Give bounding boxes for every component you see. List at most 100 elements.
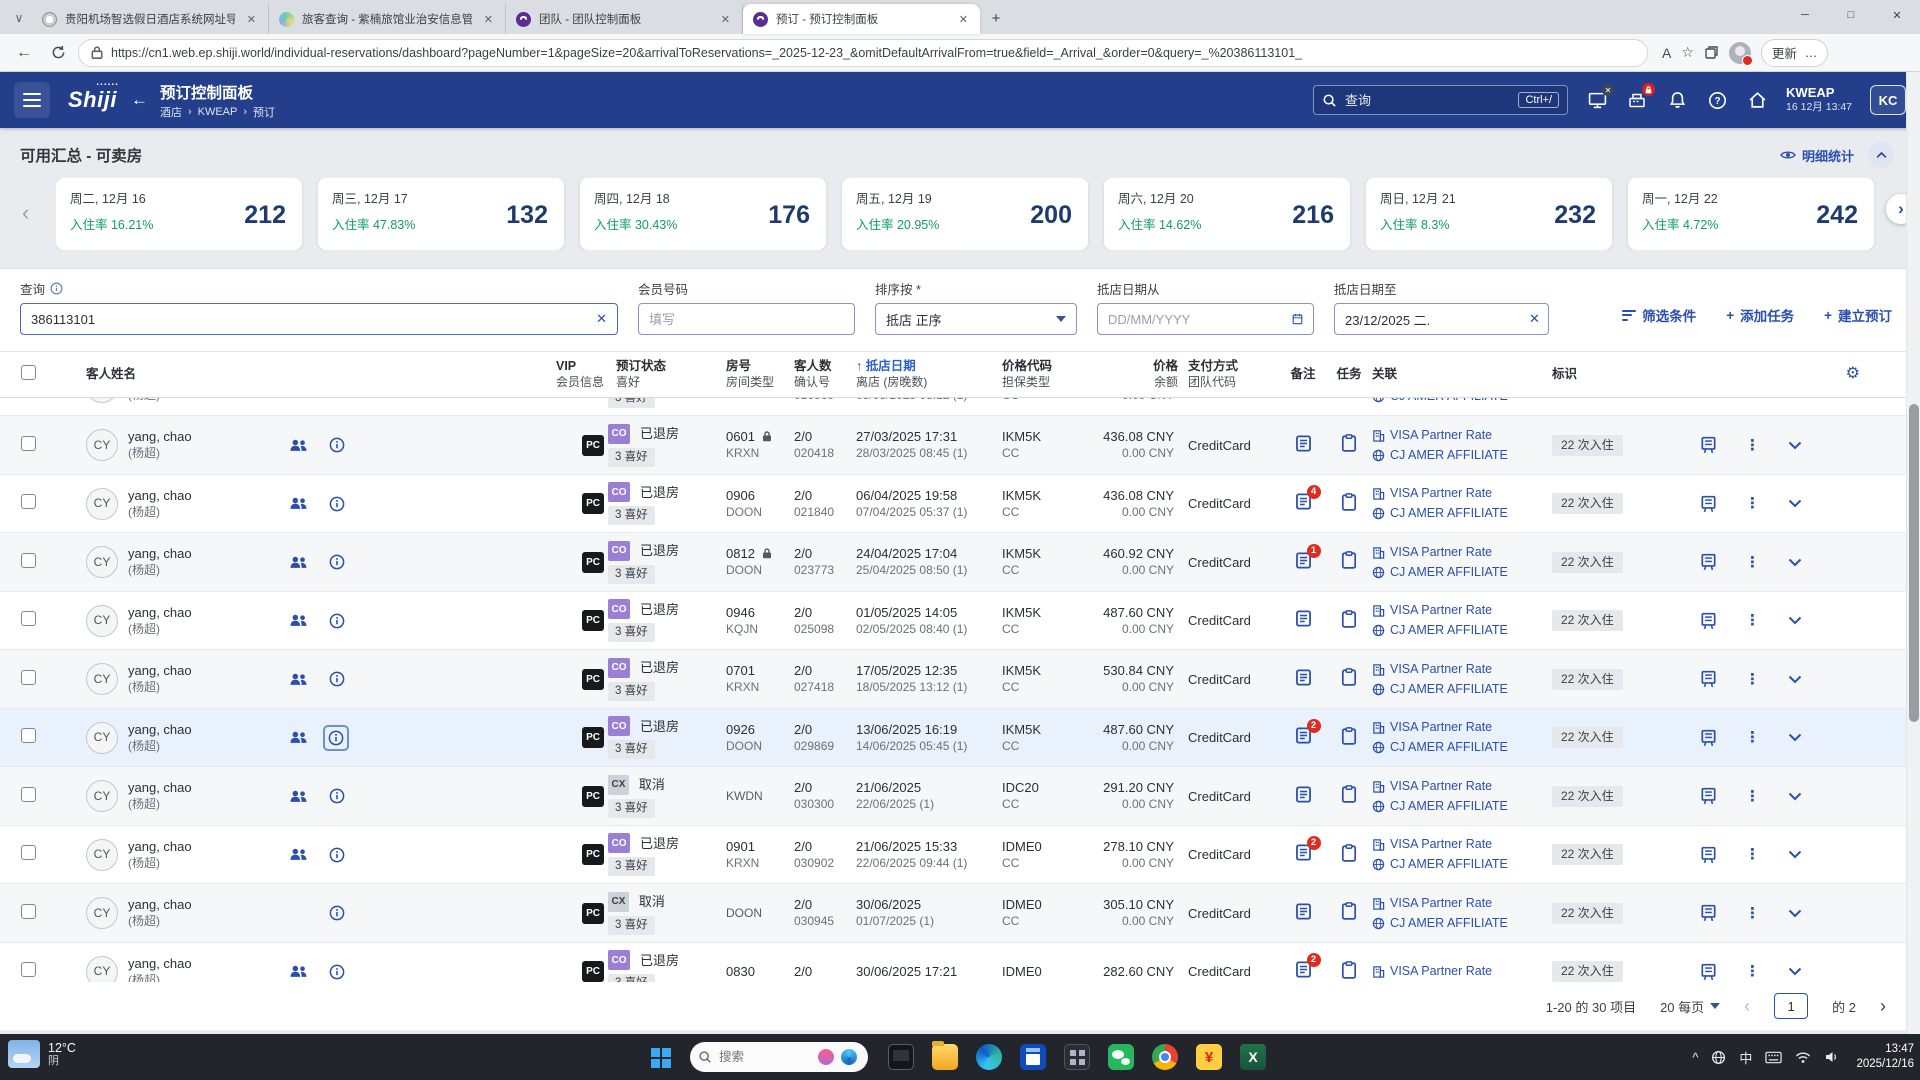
cards-prev-icon[interactable]: ‹ bbox=[22, 200, 29, 226]
company-association[interactable]: CJ AMER AFFILIATE bbox=[1390, 564, 1508, 581]
taskbar-search-input[interactable] bbox=[719, 1050, 811, 1064]
note-icon[interactable]: 2 bbox=[1294, 719, 1321, 745]
availability-card[interactable]: 周六, 12月 20 入住率 14.62% 216 bbox=[1104, 178, 1350, 250]
table-row[interactable]: CY yang, chao (杨超) PC CO 已退房 3 喜好 0946 KQ… bbox=[0, 591, 1920, 651]
more-actions-icon[interactable]: ⋮ bbox=[1745, 554, 1760, 571]
note-icon[interactable] bbox=[1294, 902, 1313, 921]
guest-name[interactable]: yang, chao bbox=[128, 545, 278, 562]
member-profile-icon[interactable] bbox=[290, 497, 307, 510]
global-search[interactable]: Ctrl+/ bbox=[1313, 85, 1569, 115]
company-association[interactable]: CJ AMER AFFILIATE bbox=[1390, 622, 1508, 639]
more-actions-icon[interactable]: ⋮ bbox=[1745, 495, 1760, 512]
company-association[interactable]: CJ AMER AFFILIATE bbox=[1390, 915, 1508, 932]
guest-name[interactable]: yang, chao bbox=[128, 662, 278, 679]
rate-association[interactable]: VISA Partner Rate bbox=[1390, 719, 1492, 736]
availability-card[interactable]: 周二, 12月 16 入住率 16.21% 212 bbox=[56, 178, 302, 250]
device-icon[interactable] bbox=[888, 1044, 914, 1070]
company-association[interactable]: CJ AMER AFFILIATE bbox=[1390, 398, 1508, 405]
task-icon[interactable] bbox=[1341, 434, 1357, 452]
info-icon[interactable] bbox=[329, 905, 345, 921]
table-row[interactable]: CY yang, chao (杨超) PC CO 已退房 3 喜好 0926 DO… bbox=[0, 708, 1920, 768]
notifications-bell-icon[interactable] bbox=[1666, 89, 1688, 111]
registration-card-icon[interactable] bbox=[1700, 729, 1717, 747]
network-icon[interactable] bbox=[1711, 1050, 1726, 1065]
global-search-input[interactable] bbox=[1345, 92, 1486, 108]
window-minimize-button[interactable]: ─ bbox=[1782, 0, 1828, 30]
app-back-icon[interactable]: ← bbox=[131, 90, 148, 110]
guest-name[interactable]: yang, chao bbox=[128, 428, 278, 445]
expand-row-icon[interactable] bbox=[1788, 967, 1802, 976]
filter-conditions-button[interactable]: 筛选条件 bbox=[1622, 305, 1696, 325]
task-icon[interactable] bbox=[1341, 960, 1357, 979]
browser-tab[interactable]: 旅客查询 - 紫楠旅馆业治安信息管 ✕ bbox=[269, 4, 506, 34]
col-guest-name[interactable]: 客人姓名 bbox=[86, 366, 556, 382]
note-icon[interactable] bbox=[1294, 434, 1313, 453]
query-input[interactable] bbox=[31, 311, 589, 327]
rate-association[interactable]: VISA Partner Rate bbox=[1390, 661, 1492, 678]
help-icon[interactable]: ? bbox=[1706, 89, 1728, 111]
browser-tab[interactable]: 团队 - 团队控制面板 ✕ bbox=[506, 4, 743, 34]
registration-card-icon[interactable] bbox=[1700, 787, 1717, 805]
registration-card-icon[interactable] bbox=[1700, 553, 1717, 571]
registration-card-icon[interactable] bbox=[1700, 670, 1717, 688]
guest-name[interactable]: yang, chao bbox=[128, 896, 278, 913]
page-number-input[interactable]: 1 bbox=[1774, 993, 1809, 1020]
registration-card-icon[interactable] bbox=[1700, 495, 1717, 513]
task-icon[interactable] bbox=[1341, 902, 1357, 920]
note-icon[interactable] bbox=[1294, 785, 1313, 804]
more-actions-icon[interactable]: ⋮ bbox=[1745, 612, 1760, 629]
per-page-select[interactable]: 20 每页 bbox=[1660, 997, 1721, 1016]
info-icon[interactable] bbox=[329, 554, 345, 570]
table-row[interactable]: CY yang, chao (杨超) PC CX 取消 3 喜好 DOON 2/0… bbox=[0, 884, 1920, 943]
row-checkbox[interactable] bbox=[20, 845, 36, 861]
note-icon[interactable] bbox=[1294, 668, 1313, 687]
table-row[interactable]: CY yang, chao (杨超) PC CO已退房 3 喜好 DOON 2/… bbox=[0, 397, 1920, 417]
terminal-status-icon[interactable]: ✕ bbox=[1586, 84, 1615, 111]
task-icon[interactable] bbox=[1341, 609, 1357, 628]
row-checkbox[interactable] bbox=[20, 728, 36, 744]
query-info-icon[interactable] bbox=[50, 282, 63, 295]
task-icon[interactable] bbox=[1341, 843, 1357, 862]
back-button[interactable]: ← bbox=[10, 39, 38, 67]
excel-icon[interactable] bbox=[1240, 1044, 1266, 1070]
breadcrumb-reservations[interactable]: 预订 bbox=[253, 104, 275, 120]
new-tab-button[interactable]: + bbox=[984, 6, 1008, 30]
taskbar-weather-widget[interactable]: 12°C 阴 bbox=[8, 1040, 76, 1068]
row-checkbox[interactable] bbox=[20, 552, 36, 568]
taskbar-search[interactable] bbox=[690, 1042, 868, 1072]
company-association[interactable]: CJ AMER AFFILIATE bbox=[1390, 798, 1508, 815]
select-all-checkbox[interactable] bbox=[20, 364, 36, 380]
collapse-section-icon[interactable] bbox=[1868, 142, 1894, 168]
favorites-star-icon[interactable]: ☆ bbox=[1681, 44, 1694, 61]
info-icon[interactable] bbox=[329, 788, 345, 804]
task-icon[interactable] bbox=[1341, 785, 1357, 803]
rate-association[interactable]: VISA Partner Rate bbox=[1390, 836, 1492, 853]
col-arrival-sort[interactable]: ↑ 抵店日期 离店 (房晚数) bbox=[856, 358, 1002, 390]
rate-association[interactable]: VISA Partner Rate bbox=[1390, 427, 1492, 444]
note-icon[interactable] bbox=[1294, 609, 1313, 628]
guest-name[interactable]: yang, chao bbox=[128, 779, 278, 796]
window-maximize-button[interactable]: □ bbox=[1828, 0, 1874, 30]
browser-update-button[interactable]: 更新… bbox=[1760, 38, 1829, 67]
more-actions-icon[interactable]: ⋮ bbox=[1745, 788, 1760, 805]
rate-association[interactable]: VISA Partner Rate bbox=[1390, 602, 1492, 619]
row-checkbox[interactable] bbox=[20, 435, 36, 451]
availability-card[interactable]: 周四, 12月 18 入住率 30.43% 176 bbox=[580, 178, 826, 250]
member-profile-icon[interactable] bbox=[290, 731, 307, 744]
store-icon[interactable] bbox=[1020, 1044, 1046, 1070]
tab-close-icon[interactable]: ✕ bbox=[717, 11, 734, 28]
breadcrumb-property[interactable]: KWEAP bbox=[198, 106, 238, 118]
tab-close-icon[interactable]: ✕ bbox=[480, 11, 497, 28]
registration-card-icon[interactable] bbox=[1700, 963, 1717, 981]
task-icon[interactable] bbox=[1341, 726, 1357, 745]
info-icon[interactable] bbox=[323, 724, 349, 751]
table-row[interactable]: CY yang, chao (杨超) PC CO 已退房 3 喜好 0906 DO… bbox=[0, 474, 1920, 534]
breadcrumb-hotel[interactable]: 酒店 bbox=[160, 104, 182, 120]
rate-association[interactable]: VISA Partner Rate bbox=[1390, 895, 1492, 912]
scrollbar-thumb[interactable] bbox=[1909, 404, 1919, 722]
registration-card-icon[interactable] bbox=[1700, 904, 1717, 922]
wechat-icon[interactable] bbox=[1108, 1044, 1134, 1070]
table-row[interactable]: CY yang, chao (杨超) PC CO 已退房 3 喜好 0830 2/… bbox=[0, 942, 1920, 983]
collections-icon[interactable] bbox=[1704, 45, 1719, 60]
task-icon[interactable] bbox=[1341, 551, 1357, 569]
